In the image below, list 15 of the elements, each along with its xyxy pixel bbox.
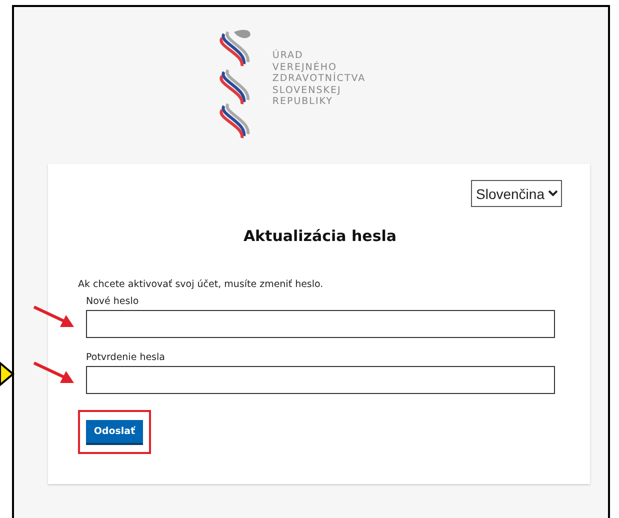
- password-field[interactable]: [86, 366, 555, 394]
- instruction-text: Ak chcete aktivovať svoj účet, musíte zmeniť heslo.: [78, 279, 324, 290]
- logo-text: SLOVENSKEJ: [272, 84, 342, 96]
- logo-text: ÚRAD: [272, 50, 304, 61]
- annotation-arrow: [32, 360, 76, 386]
- password-field[interactable]: [86, 310, 555, 338]
- logo-text: REPUBLIKY: [272, 96, 334, 108]
- submit-button[interactable]: Odoslať: [86, 420, 144, 444]
- logo-text: VEREJNÉHO: [272, 62, 337, 72]
- field-label: Potvrdenie hesla: [86, 352, 166, 363]
- form-title: Aktualizácia hesla: [242, 227, 398, 245]
- language-select[interactable]: Slovenčina: [471, 180, 562, 207]
- field-label: Nové heslo: [86, 296, 140, 307]
- logo-text: ZDRAVOTNÍCTVA: [272, 73, 366, 84]
- annotation-arrow: [32, 304, 76, 330]
